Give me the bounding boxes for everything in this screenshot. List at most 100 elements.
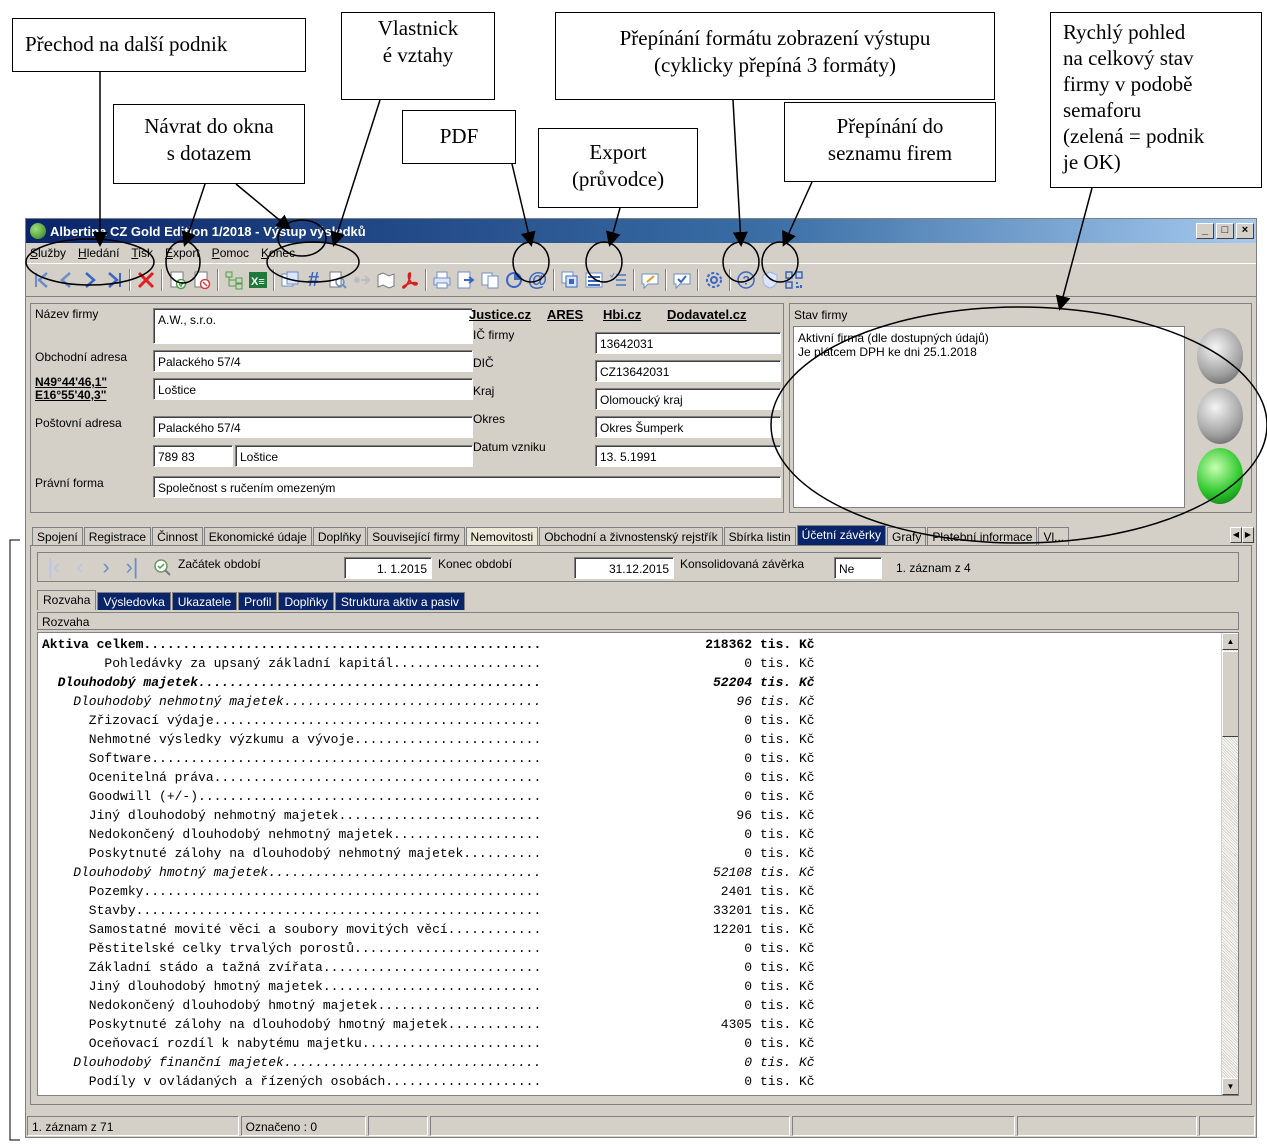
subtab-profil[interactable]: Profil: [238, 592, 278, 610]
table-row[interactable]: Pozemky.................................…: [42, 882, 1212, 901]
consolidated-field[interactable]: Ne: [834, 557, 882, 579]
menu-sluzby[interactable]: Služby: [30, 246, 66, 260]
scroll-down-icon[interactable]: ▼: [1222, 1078, 1238, 1095]
menu-konec[interactable]: Konec: [261, 246, 295, 260]
scroll-thumb[interactable]: [1222, 651, 1238, 737]
legal-form-field[interactable]: Společnost s ručením omezeným: [153, 476, 781, 498]
company-list-icon[interactable]: [582, 267, 605, 293]
company-name-field[interactable]: A.W., s.r.o.: [153, 308, 473, 344]
shield-icon[interactable]: [758, 267, 781, 293]
table-row[interactable]: Základní stádo a tažná zvířata..........…: [42, 958, 1212, 977]
table-row[interactable]: Nehmotné výsledky výzkumu a vývoje......…: [42, 730, 1212, 749]
tab-ekonomicke-udaje[interactable]: Ekonomické údaje: [203, 527, 312, 545]
postal-city-field[interactable]: Loštice: [235, 445, 473, 467]
export-icon[interactable]: [454, 267, 477, 293]
first-statement-icon[interactable]: |‹: [42, 554, 66, 579]
maximize-button[interactable]: □: [1216, 223, 1234, 239]
postal-zip-field[interactable]: 789 83: [153, 445, 233, 467]
ares-link[interactable]: ARES: [547, 307, 583, 322]
subtab-rozvaha[interactable]: Rozvaha: [37, 590, 97, 610]
menu-export[interactable]: Export: [165, 246, 200, 260]
tab-obchodni-rejstrik[interactable]: Obchodní a živnostenský rejstřík: [539, 527, 723, 545]
tab-cinnost[interactable]: Činnost: [152, 527, 203, 545]
dodavatel-link[interactable]: Dodavatel.cz: [667, 307, 746, 322]
tab-platebni-informace[interactable]: Platební informace: [927, 527, 1038, 545]
first-record-icon[interactable]: [30, 267, 53, 293]
last-statement-icon[interactable]: ›|: [120, 554, 144, 579]
qr-code-icon[interactable]: [782, 267, 805, 293]
table-row[interactable]: Aktiva celkem...........................…: [42, 635, 1212, 654]
pie-chart-icon[interactable]: [502, 267, 525, 293]
print-icon[interactable]: [430, 267, 453, 293]
menu-hledani[interactable]: Hledání: [78, 246, 119, 260]
tab-grafy[interactable]: Grafy: [887, 527, 927, 545]
help-icon[interactable]: ?: [734, 267, 757, 293]
balance-sheet-list[interactable]: Aktiva celkem...........................…: [37, 632, 1239, 1096]
period-end-field[interactable]: 31.12.2015: [574, 557, 674, 579]
scroll-up-icon[interactable]: ▲: [1222, 633, 1238, 650]
subtab-struktura[interactable]: Struktura aktiv a pasiv: [334, 592, 465, 610]
pdf-icon[interactable]: [398, 267, 421, 293]
menu-pomoc[interactable]: Pomoc: [212, 246, 249, 260]
table-row[interactable]: Dlouhodobý hmotný majetek...............…: [42, 863, 1212, 882]
tab-doplnky[interactable]: Doplňky: [312, 527, 367, 545]
hbi-link[interactable]: Hbi.cz: [603, 307, 641, 322]
link-arrow-icon[interactable]: [350, 267, 373, 293]
vertical-scrollbar[interactable]: ▲ ▼: [1221, 633, 1238, 1095]
back-to-query-icon[interactable]: [134, 267, 157, 293]
table-row[interactable]: Poskytnuté zálohy na dlouhodobý nehmotný…: [42, 844, 1212, 863]
table-row[interactable]: Oceňovací rozdíl k nabytému majetku.....…: [42, 1034, 1212, 1053]
last-record-icon[interactable]: [102, 267, 125, 293]
check-document-icon[interactable]: [166, 267, 189, 293]
tab-sbirka-listin[interactable]: Sbírka listin: [723, 527, 796, 545]
tab-spojeni[interactable]: Spojení: [32, 527, 83, 545]
table-row[interactable]: Nedokončený dlouhodobý nehmotný majetek.…: [42, 825, 1212, 844]
note-edit-icon[interactable]: [638, 267, 661, 293]
business-street-field[interactable]: Palackého 57/4: [153, 350, 473, 372]
justice-link[interactable]: Justice.cz: [469, 307, 531, 322]
table-row[interactable]: Poskytnuté zálohy na dlouhodobý hmotný m…: [42, 1015, 1212, 1034]
duplicate-icon[interactable]: [478, 267, 501, 293]
subtab-vysledovka[interactable]: Výsledovka: [97, 592, 171, 610]
settings-gear-icon[interactable]: [702, 267, 725, 293]
table-row[interactable]: Pohledávky za upsaný základní kapitál...…: [42, 654, 1212, 673]
table-row[interactable]: Zřizovací výdaje........................…: [42, 711, 1212, 730]
map-icon[interactable]: [374, 267, 397, 293]
table-row[interactable]: Ocenitelná práva........................…: [42, 768, 1212, 787]
table-row[interactable]: Jiný dlouhodobý hmotný majetek..........…: [42, 977, 1212, 996]
subtab-ukazatele[interactable]: Ukazatele: [171, 592, 238, 610]
checklist-icon[interactable]: [606, 267, 629, 293]
postal-street-field[interactable]: Palackého 57/4: [153, 416, 473, 438]
previous-statement-icon[interactable]: ‹: [68, 554, 92, 579]
period-start-field[interactable]: 1. 1.2015: [344, 557, 432, 579]
copy-window-icon[interactable]: [278, 267, 301, 293]
tab-vlastnicke[interactable]: Vl...: [1038, 527, 1070, 545]
cancel-document-icon[interactable]: [190, 267, 213, 293]
search-statement-icon[interactable]: [150, 555, 174, 579]
close-button[interactable]: ×: [1236, 223, 1254, 239]
tab-ucetni-zaverky[interactable]: Účetní závěrky: [796, 525, 887, 545]
tab-scroll-right-icon[interactable]: ▶: [1242, 527, 1254, 543]
tab-nemovitosti[interactable]: Nemovitosti: [465, 527, 539, 545]
table-row[interactable]: Samostatné movité věci a soubory movitýc…: [42, 920, 1212, 939]
format-toggle-icon[interactable]: [558, 267, 581, 293]
dic-field[interactable]: CZ13642031: [595, 360, 781, 382]
district-field[interactable]: Okres Šumperk: [595, 416, 781, 438]
table-row[interactable]: Podíly v ovládaných a řízených osobách..…: [42, 1072, 1212, 1091]
menu-tisk[interactable]: Tisk: [131, 246, 153, 260]
previous-record-icon[interactable]: [54, 267, 77, 293]
business-city-field[interactable]: Loštice: [153, 378, 473, 400]
table-row[interactable]: Pěstitelské celky trvalých porostů......…: [42, 939, 1212, 958]
ownership-tree-icon[interactable]: [222, 267, 245, 293]
search-document-icon[interactable]: [326, 267, 349, 293]
subtab-doplnky[interactable]: Doplňky: [278, 592, 334, 610]
table-row[interactable]: Jiný dlouhodobý nehmotný majetek........…: [42, 806, 1212, 825]
founded-field[interactable]: 13. 5.1991: [595, 445, 781, 467]
table-row[interactable]: Stavby..................................…: [42, 901, 1212, 920]
gps-longitude-link[interactable]: E16°55'40,3": [35, 389, 106, 402]
minimize-button[interactable]: _: [1196, 223, 1214, 239]
email-icon[interactable]: @: [526, 267, 549, 293]
table-row[interactable]: Dlouhodobý nehmotný majetek.............…: [42, 692, 1212, 711]
table-row[interactable]: Goodwill (+/-)..........................…: [42, 787, 1212, 806]
ico-field[interactable]: 13642031: [595, 332, 781, 354]
